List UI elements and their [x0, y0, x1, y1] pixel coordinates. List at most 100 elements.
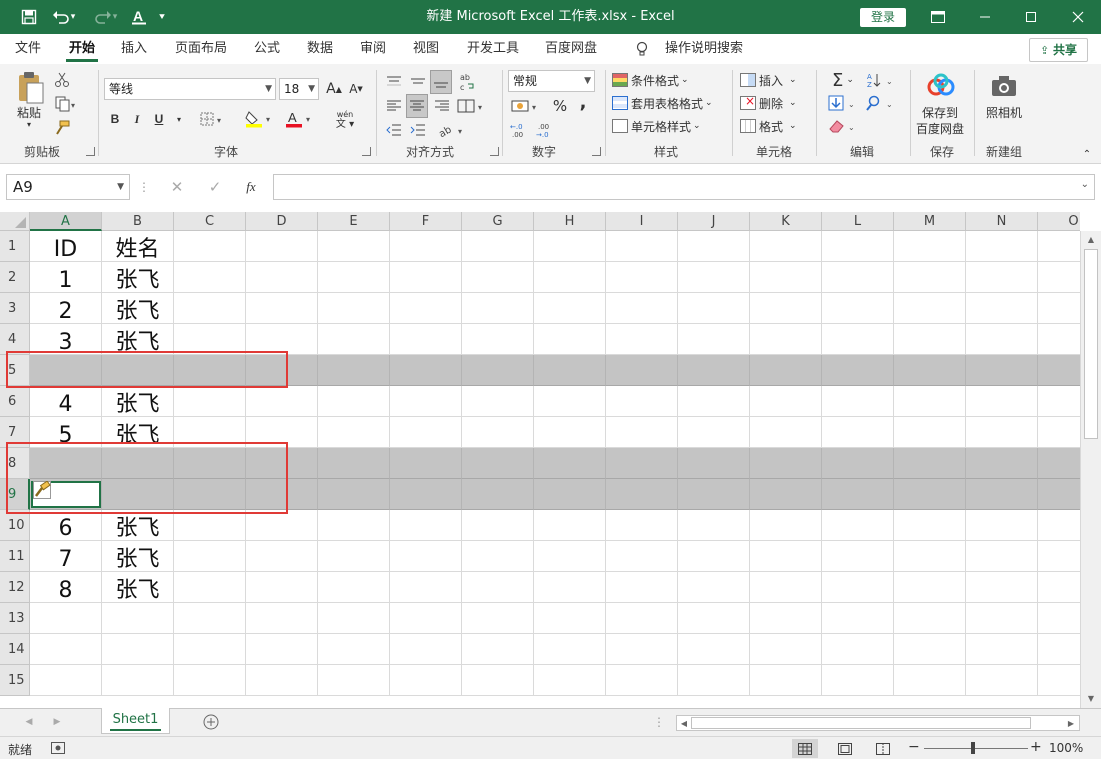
zoom-slider-thumb[interactable] [971, 742, 975, 754]
cell-m13[interactable] [894, 603, 966, 634]
name-box[interactable]: A9 ▼ [6, 174, 130, 200]
cell-d6[interactable] [246, 386, 318, 417]
cell-h15[interactable] [534, 665, 606, 696]
cell-e1[interactable] [318, 231, 390, 262]
vertical-scroll-thumb[interactable] [1084, 249, 1098, 439]
cell-m14[interactable] [894, 634, 966, 665]
chevron-down-icon[interactable]: ⌄ [1081, 179, 1089, 190]
cell-i12[interactable] [606, 572, 678, 603]
cell-j1[interactable] [678, 231, 750, 262]
cell-i4[interactable] [606, 324, 678, 355]
cell-h3[interactable] [534, 293, 606, 324]
cell-i5[interactable] [606, 355, 678, 386]
row-header-11[interactable]: 11 [0, 541, 30, 572]
cell-i7[interactable] [606, 417, 678, 448]
cell-e12[interactable] [318, 572, 390, 603]
tell-me-search[interactable]: 操作说明搜索 [658, 34, 750, 64]
horizontal-scrollbar[interactable]: ◀ ▶ [676, 715, 1080, 731]
format-painter-icon[interactable] [52, 118, 72, 138]
tab-splitter[interactable]: ⋮ [653, 715, 665, 729]
cell-e14[interactable] [318, 634, 390, 665]
cell-m15[interactable] [894, 665, 966, 696]
save-to-label-line1[interactable]: 保存到 [922, 104, 958, 121]
column-header-c[interactable]: C [174, 212, 246, 231]
number-format-select[interactable]: 常规 ▼ [508, 70, 595, 92]
cell-g9[interactable] [462, 479, 534, 510]
tab-insert[interactable]: 插入 [114, 34, 154, 64]
tab-file[interactable]: 文件 [8, 34, 48, 64]
copy-icon[interactable]: ▾ [52, 94, 80, 114]
tab-developer[interactable]: 开发工具 [460, 34, 526, 64]
fill-color-icon[interactable]: ▾ [244, 108, 276, 130]
delete-cells-button[interactable]: × 删除 ⌄ [740, 93, 806, 113]
cell-e5[interactable] [318, 355, 390, 386]
tab-baidu-netdisk[interactable]: 百度网盘 [538, 34, 604, 64]
cell-i1[interactable] [606, 231, 678, 262]
cell-c7[interactable] [174, 417, 246, 448]
cut-icon[interactable] [52, 70, 72, 90]
row-header-2[interactable]: 2 [0, 262, 30, 293]
camera-icon[interactable] [988, 72, 1020, 100]
cell-k10[interactable] [750, 510, 822, 541]
cell-f14[interactable] [390, 634, 462, 665]
cell-e11[interactable] [318, 541, 390, 572]
cell-k6[interactable] [750, 386, 822, 417]
paste-label[interactable]: 粘贴 [17, 104, 41, 121]
cell-h2[interactable] [534, 262, 606, 293]
cell-g3[interactable] [462, 293, 534, 324]
cell-g15[interactable] [462, 665, 534, 696]
cell-n7[interactable] [966, 417, 1038, 448]
top-align-icon[interactable] [384, 72, 404, 92]
cell-k11[interactable] [750, 541, 822, 572]
cell-l5[interactable] [822, 355, 894, 386]
column-header-m[interactable]: M [894, 212, 966, 231]
cell-h5[interactable] [534, 355, 606, 386]
cell-d7[interactable] [246, 417, 318, 448]
cell-a15[interactable] [30, 665, 102, 696]
cell-d2[interactable] [246, 262, 318, 293]
normal-view-icon[interactable] [792, 739, 818, 758]
cell-a1[interactable]: ID [30, 231, 102, 262]
cell-f9[interactable] [390, 479, 462, 510]
cell-h4[interactable] [534, 324, 606, 355]
tab-home[interactable]: 开始 [62, 34, 102, 64]
cell-i15[interactable] [606, 665, 678, 696]
cell-k12[interactable] [750, 572, 822, 603]
cell-o8[interactable] [1038, 448, 1080, 479]
cell-d1[interactable] [246, 231, 318, 262]
cell-a12[interactable]: 8 [30, 572, 102, 603]
increase-decimal-icon[interactable]: ←.0.00 [510, 120, 532, 140]
phonetic-guide-icon[interactable]: wén 文 ▾ [330, 108, 360, 132]
cell-n4[interactable] [966, 324, 1038, 355]
cell-n5[interactable] [966, 355, 1038, 386]
column-header-j[interactable]: J [678, 212, 750, 231]
cell-styles-button[interactable]: 单元格样式 ⌄ [612, 116, 712, 136]
cell-n12[interactable] [966, 572, 1038, 603]
cell-l1[interactable] [822, 231, 894, 262]
row-header-14[interactable]: 14 [0, 634, 30, 665]
font-color-quick-icon[interactable]: A [124, 0, 154, 34]
left-align-icon[interactable] [384, 96, 404, 116]
cell-k2[interactable] [750, 262, 822, 293]
font-size-select[interactable]: 18 ▼ [279, 78, 319, 100]
cell-b15[interactable] [102, 665, 174, 696]
cell-e13[interactable] [318, 603, 390, 634]
cell-d11[interactable] [246, 541, 318, 572]
cell-f3[interactable] [390, 293, 462, 324]
cell-d14[interactable] [246, 634, 318, 665]
cell-d15[interactable] [246, 665, 318, 696]
paste-icon[interactable] [12, 70, 48, 106]
cell-c1[interactable] [174, 231, 246, 262]
worksheet-grid[interactable]: A B C D E F G H I J K L M N O 1 ID 姓名 2 1 张飞 3 2 张飞 4 3 张飞 5 6 4 张飞 7 5 张… [0, 212, 1080, 708]
row-header-7[interactable]: 7 [0, 417, 30, 448]
page-layout-view-icon[interactable] [834, 739, 856, 758]
cell-j13[interactable] [678, 603, 750, 634]
cell-d3[interactable] [246, 293, 318, 324]
column-header-l[interactable]: L [822, 212, 894, 231]
cell-o6[interactable] [1038, 386, 1080, 417]
underline-button[interactable]: U [150, 108, 168, 130]
wrap-text-icon[interactable]: ab c [456, 70, 478, 94]
decrease-decimal-icon[interactable]: .00 →.0 [536, 120, 558, 140]
cell-i6[interactable] [606, 386, 678, 417]
borders-icon[interactable]: ▾ [198, 108, 228, 130]
